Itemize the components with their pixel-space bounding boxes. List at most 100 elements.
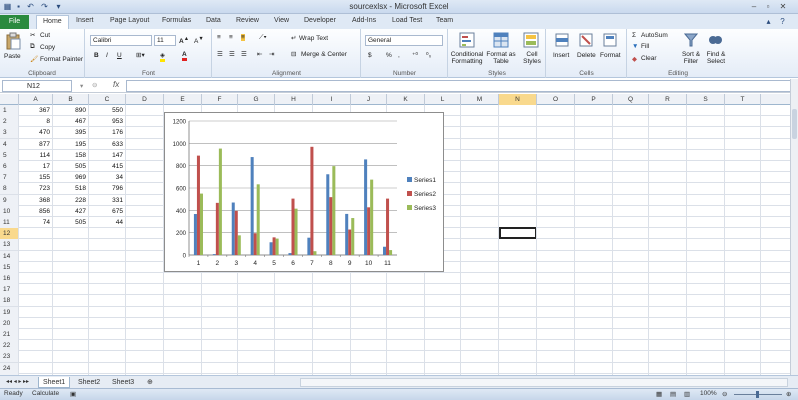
minimize-icon[interactable]: – <box>748 1 760 12</box>
page-layout-view-icon[interactable]: ▤ <box>670 390 676 398</box>
decrease-indent-icon[interactable]: ⇤ <box>257 50 262 58</box>
increase-indent-icon[interactable]: ⇥ <box>269 50 274 58</box>
insert-button[interactable]: Insert <box>553 52 569 59</box>
clear-button[interactable]: Clear <box>641 55 657 62</box>
page-break-view-icon[interactable]: ▥ <box>684 390 690 398</box>
cell[interactable]: 675 <box>89 206 126 217</box>
orientation-icon[interactable]: ⟋▾ <box>259 34 267 42</box>
cut-icon[interactable]: ✂ <box>30 31 35 39</box>
row-header[interactable]: 20 <box>0 317 19 329</box>
cell[interactable]: 395 <box>53 127 89 138</box>
vertical-scrollbar[interactable] <box>790 79 798 375</box>
cell[interactable]: 195 <box>53 139 89 150</box>
row-header[interactable]: 1 <box>0 105 19 116</box>
row-header[interactable]: 14 <box>0 250 19 262</box>
column-header-o[interactable]: O <box>537 94 575 105</box>
currency-button[interactable]: $ <box>368 52 372 59</box>
column-header-i[interactable]: I <box>313 94 351 105</box>
format-painter-icon[interactable]: 🖌 <box>30 55 38 63</box>
row-header[interactable]: 17 <box>0 284 19 296</box>
cell[interactable]: 969 <box>53 172 89 183</box>
autosum-icon[interactable]: Σ <box>632 32 636 39</box>
tab-review[interactable]: Review <box>236 17 259 24</box>
cell[interactable]: 890 <box>53 105 89 116</box>
find-select-icon[interactable] <box>708 32 722 48</box>
row-header[interactable]: 2 <box>0 116 19 128</box>
row-header[interactable]: 4 <box>0 138 19 150</box>
sheet-tab-sheet3[interactable]: Sheet3 <box>108 377 138 388</box>
sheet-tab-sheet2[interactable]: Sheet2 <box>74 377 104 388</box>
fill-icon[interactable]: ▼ <box>632 43 638 50</box>
fill-button[interactable]: Fill <box>641 43 649 50</box>
close-icon[interactable]: ✕ <box>777 1 789 12</box>
delete-cells-icon[interactable] <box>579 32 593 48</box>
autosum-button[interactable]: AutoSum <box>641 32 668 39</box>
row-header[interactable]: 6 <box>0 161 19 172</box>
column-header-j[interactable]: J <box>351 94 387 105</box>
tab-data[interactable]: Data <box>206 17 221 24</box>
zoom-out-icon[interactable]: ⊖ <box>722 390 727 398</box>
column-header-c[interactable]: C <box>89 94 126 105</box>
format-as-table-icon[interactable] <box>493 32 509 48</box>
copy-button[interactable]: Copy <box>40 44 55 51</box>
increase-decimal-icon[interactable]: ⁺⁰ <box>412 51 418 59</box>
percent-button[interactable]: % <box>386 52 392 59</box>
cell[interactable]: 44 <box>89 217 126 228</box>
first-sheet-icon[interactable]: ◂◂ ◂ ▸ ▸▸ <box>2 377 33 388</box>
column-header-t[interactable]: T <box>725 94 761 105</box>
row-header[interactable]: 19 <box>0 306 19 318</box>
cell[interactable]: 368 <box>19 195 53 206</box>
cell[interactable]: 147 <box>89 150 126 161</box>
cell[interactable]: 550 <box>89 105 126 116</box>
row-header[interactable]: 3 <box>0 127 19 139</box>
font-color-icon[interactable]: A <box>182 51 187 61</box>
cell[interactable]: 518 <box>53 183 89 194</box>
fill-color-icon[interactable]: ◈ <box>160 51 165 62</box>
horizontal-scrollbar[interactable] <box>300 378 788 387</box>
row-header[interactable]: 18 <box>0 295 19 307</box>
name-box[interactable]: N12 <box>2 80 72 92</box>
zoom-level[interactable]: 100% <box>700 390 717 397</box>
wrap-text-icon[interactable]: ↵ <box>291 34 296 42</box>
select-all-corner[interactable] <box>0 94 19 105</box>
maximize-icon[interactable]: ▫ <box>762 1 774 12</box>
align-bottom-icon[interactable]: ≡ <box>241 34 245 41</box>
wrap-text-button[interactable]: Wrap Text <box>299 35 328 42</box>
row-header[interactable]: 24 <box>0 362 19 374</box>
tab-add-ins[interactable]: Add-Ins <box>352 17 376 24</box>
embedded-chart[interactable]: 0 200 400 600 800 1000 1200 1 2 3 4 5 6 7 8 9 10 11 Series… <box>164 112 444 272</box>
cell[interactable]: 228 <box>53 195 89 206</box>
cell[interactable]: 331 <box>89 195 126 206</box>
tab-file[interactable]: File <box>0 15 29 29</box>
cell-styles-button[interactable]: Cell Styles <box>519 51 545 65</box>
paste-button[interactable]: Paste <box>4 53 21 60</box>
align-top-icon[interactable]: ≡ <box>217 34 221 41</box>
paste-icon[interactable] <box>5 32 21 50</box>
sheet-tab-sheet1[interactable]: Sheet1 <box>38 377 71 388</box>
cell[interactable]: 953 <box>89 116 126 127</box>
column-header-g[interactable]: G <box>238 94 275 105</box>
normal-view-icon[interactable]: ▦ <box>656 390 662 398</box>
align-middle-icon[interactable]: ≡ <box>229 34 233 41</box>
format-cells-icon[interactable] <box>603 32 617 48</box>
delete-button[interactable]: Delete <box>577 52 596 59</box>
cell[interactable]: 505 <box>53 161 89 172</box>
column-header-s[interactable]: S <box>687 94 725 105</box>
tab-page-layout[interactable]: Page Layout <box>110 17 149 24</box>
align-right-icon[interactable]: ☰ <box>241 50 247 58</box>
formula-input[interactable] <box>126 80 794 92</box>
cell[interactable]: 796 <box>89 183 126 194</box>
zoom-in-icon[interactable]: ⊕ <box>786 390 791 398</box>
tab-formulas[interactable]: Formulas <box>162 17 191 24</box>
cell[interactable]: 877 <box>19 139 53 150</box>
column-header-d[interactable]: D <box>126 94 164 105</box>
name-box-dropdown-icon[interactable]: ▾ <box>80 82 83 90</box>
row-header[interactable]: 7 <box>0 172 19 184</box>
cell[interactable]: 427 <box>53 206 89 217</box>
cell[interactable]: 470 <box>19 127 53 138</box>
cell[interactable]: 176 <box>89 127 126 138</box>
shrink-font-button[interactable]: A▼ <box>194 36 204 45</box>
cell[interactable]: 155 <box>19 172 53 183</box>
macro-record-icon[interactable]: ▣ <box>70 390 76 398</box>
cell-styles-icon[interactable] <box>523 32 539 48</box>
